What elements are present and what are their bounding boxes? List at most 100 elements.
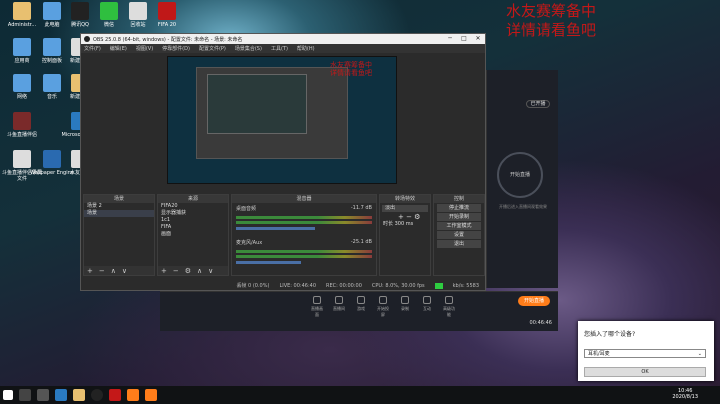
transition-select[interactable]: 淡出 [382, 205, 428, 212]
edge-icon[interactable] [55, 389, 67, 401]
add-icon[interactable]: + [161, 267, 167, 275]
app-icon [13, 112, 31, 130]
source-item[interactable]: 1c1 [158, 217, 228, 224]
tool-icon [445, 296, 453, 304]
controls-header: 控制 [434, 195, 484, 203]
promo-line-1: 水友赛筹备中 [506, 2, 597, 20]
volume-slider[interactable] [236, 261, 301, 264]
app-icon [13, 38, 31, 56]
douyu-tool[interactable]: 互动 [420, 296, 434, 318]
task-view-icon[interactable] [37, 389, 49, 401]
douyu-live-taskbar-icon[interactable] [127, 389, 139, 401]
volume-slider[interactable] [236, 227, 316, 230]
douyu-tool[interactable]: 开始投屏 [376, 296, 390, 318]
douyu-tool[interactable]: 录制 [398, 296, 412, 318]
douyu-panel: 已开播 开始直播 开播后进入直播间观看效果 [486, 70, 558, 288]
ok-button[interactable]: OK [584, 367, 706, 377]
device-select[interactable]: 耳机/耳麦 ⌄ [584, 349, 706, 358]
tool-icon [401, 296, 409, 304]
douyu-tool[interactable]: 高级功能 [442, 296, 456, 318]
obs-window[interactable]: OBS 25.0.8 (64-bit, windows) - 配置文件: 未命名… [80, 33, 486, 291]
remove-icon[interactable]: − [173, 267, 179, 275]
source-item[interactable]: 画面 [158, 231, 228, 238]
mixer-channel-db: -25.1 dB [350, 239, 372, 245]
douyu-tool[interactable]: 直播画面 [310, 296, 324, 318]
preview-promo-line-1: 水友赛筹备中 [330, 61, 372, 69]
menu-file[interactable]: 文件(F) [84, 45, 101, 52]
douyu-tool[interactable]: 直播间 [332, 296, 346, 318]
live-time: LIVE: 00:46:40 [279, 282, 317, 289]
scene-item[interactable]: 场景 2 [84, 203, 154, 210]
dialog-title: 您插入了哪个设备? [584, 331, 636, 338]
tool-icon [423, 296, 431, 304]
volume-meter [236, 250, 372, 253]
desktop-icon[interactable]: FIFA 20 [145, 2, 189, 28]
live-status-button[interactable]: 已开播 [526, 100, 550, 108]
menu-edit[interactable]: 编辑(E) [110, 45, 127, 52]
volume-meter [236, 216, 372, 219]
menu-tools[interactable]: 工具(T) [271, 45, 288, 52]
stream-health-icon [434, 282, 443, 289]
clock[interactable]: 10:46 2020/8/13 [672, 388, 698, 400]
source-item[interactable]: 显示器捕获 [158, 210, 228, 217]
douyu-taskbar-icon[interactable] [109, 389, 121, 401]
source-item[interactable]: FIFA [158, 224, 228, 231]
scenes-dock: 场景 场景 2 场景 + − ∧ ∨ [83, 194, 155, 276]
search-icon[interactable] [19, 389, 31, 401]
douyu-bottom-bar: 直播画面 直播间 游戏 开始投屏 录制 互动 高级功能 开始直播 00:46:46 [160, 291, 558, 331]
add-icon[interactable]: + [87, 267, 93, 275]
start-recording-button[interactable]: 开始录制 [437, 213, 481, 221]
tool-label: 直播画面 [311, 306, 323, 317]
obs-title: OBS 25.0.8 (64-bit, windows) - 配置文件: 未命名… [93, 36, 243, 43]
down-icon[interactable]: ∨ [122, 267, 127, 275]
start-live-button[interactable]: 开始直播 [518, 296, 550, 306]
source-item[interactable]: FIFA20 [158, 203, 228, 210]
tool-icon [357, 296, 365, 304]
minimize-icon[interactable]: ─ [443, 34, 457, 44]
settings-button[interactable]: 设置 [437, 231, 481, 239]
mixer-channel-db: -11.7 dB [350, 205, 372, 211]
promo-line-2: 详情请看鱼吧 [506, 21, 597, 39]
taskbar: 10:46 2020/8/13 [0, 386, 720, 404]
desktop-icon-label: FIFA 20 [157, 22, 177, 28]
menu-view[interactable]: 视图(V) [136, 45, 153, 52]
volume-meter [236, 255, 372, 258]
mixer-channel-name: 麦克风/Aux [236, 240, 263, 246]
duration-input[interactable]: 300 ms [395, 221, 414, 227]
start-live-circle[interactable]: 开始直播 [497, 152, 543, 198]
obs-preview[interactable]: 水友赛筹备中 详情请看鱼吧 [167, 56, 397, 184]
controls-dock: 控制 停止推流 开始录制 工作室模式 设置 退出 [433, 194, 485, 276]
stop-streaming-button[interactable]: 停止推流 [437, 204, 481, 212]
menu-docks[interactable]: 停靠部件(D) [162, 45, 190, 52]
scene-item[interactable]: 场景 [84, 210, 154, 217]
obs-titlebar[interactable]: OBS 25.0.8 (64-bit, windows) - 配置文件: 未命名… [81, 34, 485, 44]
transitions-header: 转场特效 [380, 195, 430, 203]
exit-button[interactable]: 退出 [437, 240, 481, 248]
gear-icon[interactable]: ⚙ [185, 267, 191, 275]
chevron-down-icon: ⌄ [697, 351, 702, 357]
obs-menubar: 文件(F) 编辑(E) 视图(V) 停靠部件(D) 配置文件(P) 场景集合(S… [81, 44, 485, 53]
up-icon[interactable]: ∧ [197, 267, 202, 275]
obs-taskbar-icon[interactable] [91, 389, 103, 401]
desktop-icon[interactable]: 斗鱼直播伴侣 [0, 112, 44, 138]
down-icon[interactable]: ∨ [208, 267, 213, 275]
close-icon[interactable]: ✕ [471, 34, 485, 44]
studio-mode-button[interactable]: 工作室模式 [437, 222, 481, 230]
duration-row: 时长 300 ms [380, 221, 430, 228]
app-taskbar-icon[interactable] [145, 389, 157, 401]
remove-icon[interactable]: − [99, 267, 105, 275]
maximize-icon[interactable]: □ [457, 34, 471, 44]
start-icon[interactable] [3, 390, 13, 400]
tool-label: 互动 [423, 306, 431, 311]
nested-preview [196, 67, 348, 159]
menu-scene-collection[interactable]: 场景集合(S) [235, 45, 262, 52]
up-icon[interactable]: ∧ [111, 267, 116, 275]
menu-help[interactable]: 帮助(H) [297, 45, 315, 52]
sources-header: 来源 [158, 195, 228, 203]
scenes-header: 场景 [84, 195, 154, 203]
bitrate: kb/s: 5583 [452, 282, 479, 289]
douyu-tool[interactable]: 游戏 [354, 296, 368, 318]
explorer-icon[interactable] [73, 389, 85, 401]
menu-profile[interactable]: 配置文件(P) [199, 45, 226, 52]
rec-time: REC: 00:00:00 [326, 282, 362, 289]
